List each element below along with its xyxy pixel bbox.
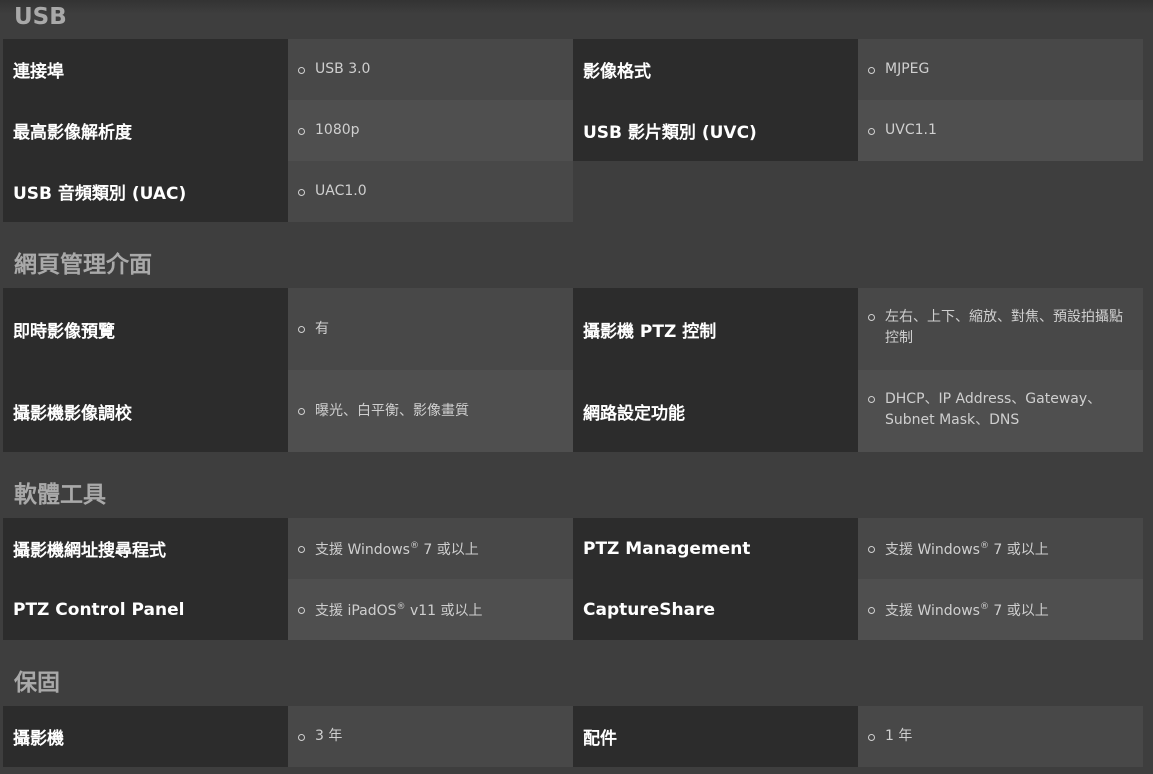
spec-label: PTZ Management — [573, 518, 858, 579]
spec-label: CaptureShare — [573, 579, 858, 640]
spec-label: 攝影機 — [3, 706, 288, 767]
spec-row: 連接埠 USB 3.0 影像格式 MJPEG — [3, 39, 1143, 100]
spec-value: 支援 Windows® 7 或以上 — [858, 518, 1143, 579]
spec-row: 攝影機 3 年 配件 1 年 — [3, 706, 1143, 767]
section-title-usb: USB — [14, 4, 67, 30]
spec-value-text: 支援 iPadOS® v11 或以上 — [315, 602, 483, 619]
spec-label: 攝影機影像調校 — [3, 370, 288, 452]
bullet-icon — [298, 188, 305, 196]
spec-label: 網路設定功能 — [573, 370, 858, 452]
spec-value: 3 年 — [288, 706, 573, 767]
spec-label: USB 影片類別 (UVC) — [573, 100, 858, 161]
spec-value-text: 有 — [315, 320, 329, 337]
empty-cell — [573, 161, 1143, 222]
spec-value-text: 左右、上下、縮放、對焦、預設拍攝點控制 — [885, 309, 1123, 346]
spec-label: 連接埠 — [3, 39, 288, 100]
spec-label: 影像格式 — [573, 39, 858, 100]
spec-value-text: UAC1.0 — [315, 183, 367, 199]
bullet-icon — [868, 66, 875, 74]
spec-value-text: 支援 Windows® 7 或以上 — [885, 602, 1049, 619]
bullet-icon — [868, 127, 875, 135]
bullet-icon — [298, 127, 305, 135]
spec-value: 左右、上下、縮放、對焦、預設拍攝點控制 — [858, 288, 1143, 370]
spec-page: USB 連接埠 USB 3.0 影像格式 MJPEG 最高影像解析度 1080p… — [0, 0, 1153, 774]
spec-value-text: 3 年 — [315, 728, 343, 744]
spec-value: 支援 Windows® 7 或以上 — [858, 579, 1143, 640]
spec-label: USB 音頻類別 (UAC) — [3, 161, 288, 222]
bullet-icon — [868, 396, 875, 403]
spec-label: 配件 — [573, 706, 858, 767]
spec-label: 即時影像預覽 — [3, 288, 288, 370]
spec-value: 1 年 — [858, 706, 1143, 767]
spec-value-text: 1 年 — [885, 728, 913, 744]
spec-label: 最高影像解析度 — [3, 100, 288, 161]
spec-value-text: UVC1.1 — [885, 122, 937, 138]
spec-value: DHCP、IP Address、Gateway、Subnet Mask、DNS — [858, 370, 1143, 452]
spec-value: 有 — [288, 288, 573, 370]
spec-table-usb: 連接埠 USB 3.0 影像格式 MJPEG 最高影像解析度 1080p USB… — [3, 39, 1143, 222]
spec-row: 攝影機網址搜尋程式 支援 Windows® 7 或以上 PTZ Manageme… — [3, 518, 1143, 579]
bullet-icon — [298, 408, 305, 415]
spec-table-software: 攝影機網址搜尋程式 支援 Windows® 7 或以上 PTZ Manageme… — [3, 518, 1143, 640]
spec-value-text: MJPEG — [885, 61, 930, 77]
bullet-icon — [868, 606, 875, 614]
spec-row: PTZ Control Panel 支援 iPadOS® v11 或以上 Cap… — [3, 579, 1143, 640]
spec-value: 支援 iPadOS® v11 或以上 — [288, 579, 573, 640]
spec-table-warranty: 攝影機 3 年 配件 1 年 — [3, 706, 1143, 767]
bullet-icon — [298, 326, 305, 333]
spec-value: UAC1.0 — [288, 161, 573, 222]
spec-value-text: DHCP、IP Address、Gateway、Subnet Mask、DNS — [885, 391, 1102, 428]
spec-value: 支援 Windows® 7 或以上 — [288, 518, 573, 579]
spec-value: 曝光、白平衡、影像畫質 — [288, 370, 573, 452]
spec-row: USB 音頻類別 (UAC) UAC1.0 — [3, 161, 1143, 222]
spec-value-text: 曝光、白平衡、影像畫質 — [315, 402, 469, 419]
spec-label: 攝影機 PTZ 控制 — [573, 288, 858, 370]
section-title-web: 網頁管理介面 — [14, 252, 152, 278]
bullet-icon — [868, 733, 875, 741]
spec-row: 最高影像解析度 1080p USB 影片類別 (UVC) UVC1.1 — [3, 100, 1143, 161]
spec-value: USB 3.0 — [288, 39, 573, 100]
bullet-icon — [868, 314, 875, 321]
spec-value-text: USB 3.0 — [315, 61, 371, 77]
spec-value: 1080p — [288, 100, 573, 161]
bullet-icon — [298, 733, 305, 741]
bullet-icon — [298, 66, 305, 74]
bullet-icon — [868, 545, 875, 553]
spec-value-text: 支援 Windows® 7 或以上 — [315, 541, 479, 558]
spec-value: MJPEG — [858, 39, 1143, 100]
bullet-icon — [298, 545, 305, 553]
spec-table-web: 即時影像預覽 有 攝影機 PTZ 控制 左右、上下、縮放、對焦、預設拍攝點控制 … — [3, 288, 1143, 452]
bullet-icon — [298, 606, 305, 614]
section-title-software: 軟體工具 — [14, 482, 106, 508]
spec-row: 攝影機影像調校 曝光、白平衡、影像畫質 網路設定功能 DHCP、IP Addre… — [3, 370, 1143, 452]
spec-label: 攝影機網址搜尋程式 — [3, 518, 288, 579]
spec-row: 即時影像預覽 有 攝影機 PTZ 控制 左右、上下、縮放、對焦、預設拍攝點控制 — [3, 288, 1143, 370]
spec-value-text: 支援 Windows® 7 或以上 — [885, 541, 1049, 558]
section-title-warranty: 保固 — [14, 670, 60, 696]
spec-value-text: 1080p — [315, 122, 360, 138]
spec-value: UVC1.1 — [858, 100, 1143, 161]
spec-label: PTZ Control Panel — [3, 579, 288, 640]
